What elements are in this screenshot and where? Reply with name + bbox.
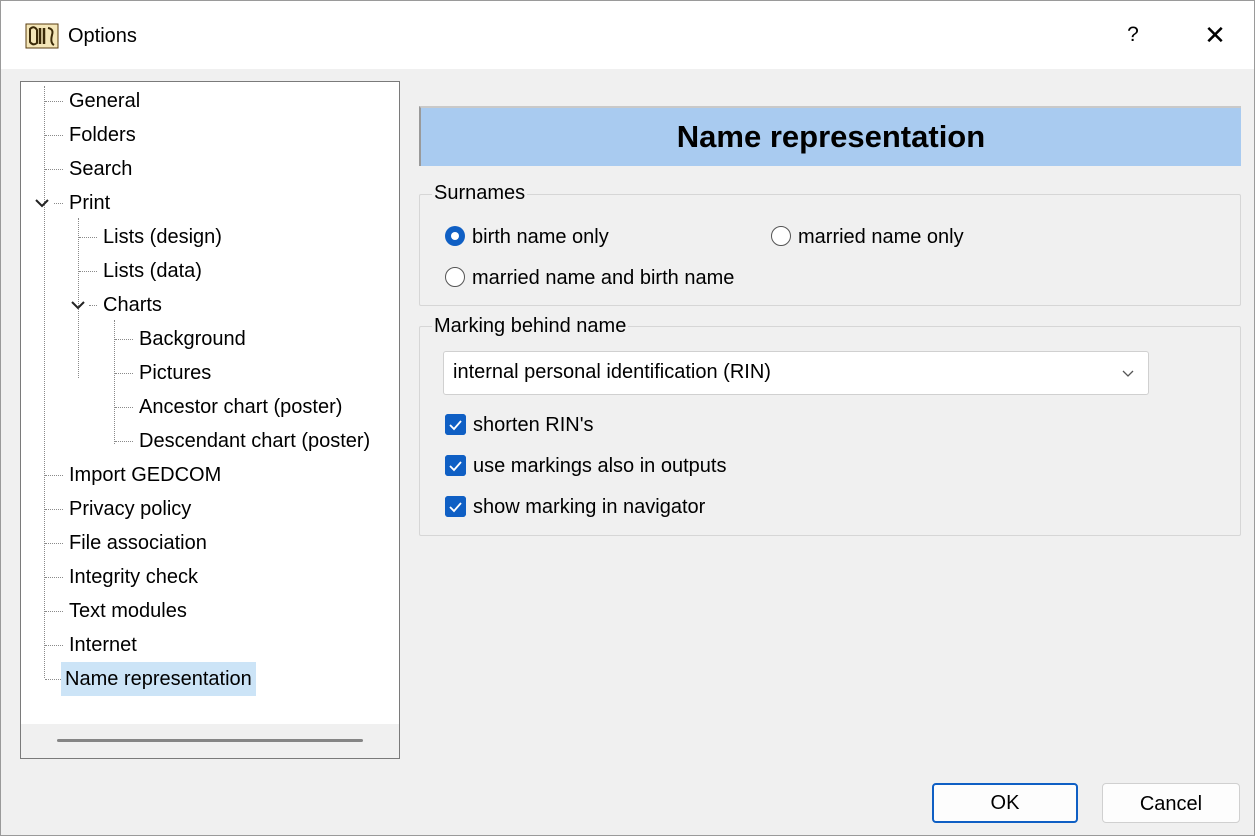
marking-dropdown[interactable]: internal personal identification (RIN): [443, 351, 1149, 395]
radio-icon[interactable]: [445, 267, 465, 287]
title-bar: Options ? ✕: [1, 1, 1254, 69]
tree-item-label: Print: [69, 192, 111, 214]
tree-line: [45, 543, 63, 544]
checkbox-label: show marking in navigator: [473, 496, 706, 518]
tree-item-descendant-chart[interactable]: Descendant chart (poster): [135, 426, 374, 456]
tree-item-name-representation[interactable]: Name representation: [61, 662, 256, 696]
tree-item-label: Text modules: [69, 600, 187, 622]
tree-item-label: Internet: [69, 634, 137, 656]
cancel-button[interactable]: Cancel: [1102, 783, 1240, 823]
tree-line: [45, 475, 63, 476]
tree-item-label: Privacy policy: [69, 498, 192, 520]
radio-label: birth name only: [472, 226, 609, 248]
checkbox-label: shorten RIN's: [473, 414, 594, 436]
page-title: Name representation: [419, 106, 1241, 166]
tree-item-label: Lists (data): [103, 260, 202, 282]
tree-line: [54, 203, 63, 204]
app-logo-icon: [25, 23, 59, 49]
chevron-down-icon[interactable]: [69, 296, 87, 314]
tree-item-label: File association: [69, 532, 207, 554]
tree-item-ancestor-chart[interactable]: Ancestor chart (poster): [135, 392, 346, 422]
tree-item-label: Descendant chart (poster): [139, 430, 371, 452]
checkbox-checked-icon[interactable]: [445, 496, 466, 517]
tree-item-folders[interactable]: Folders: [65, 120, 140, 150]
radio-icon[interactable]: [771, 226, 791, 246]
radio-label: married name and birth name: [472, 267, 735, 289]
ok-button[interactable]: OK: [932, 783, 1078, 823]
tree-item-label: Lists (design): [103, 226, 222, 248]
tree-line: [45, 611, 63, 612]
options-dialog: Options ? ✕ General Folders Search Print…: [0, 0, 1255, 836]
tree-item-lists-data[interactable]: Lists (data): [99, 256, 206, 286]
tree-item-import-gedcom[interactable]: Import GEDCOM: [65, 460, 225, 490]
tree-line: [115, 407, 133, 408]
tree-line: [79, 271, 97, 272]
radio-selected-icon[interactable]: [445, 226, 465, 246]
tree-item-label: Integrity check: [69, 566, 198, 588]
tree-item-general[interactable]: General: [65, 86, 144, 116]
tree-item-internet[interactable]: Internet: [65, 630, 141, 660]
chevron-down-icon[interactable]: [33, 194, 51, 212]
tree-line: [115, 441, 133, 442]
tree-item-label: Ancestor chart (poster): [139, 396, 343, 418]
tree-line: [115, 373, 133, 374]
tree-line: [45, 135, 63, 136]
chevron-down-icon: [1122, 370, 1134, 377]
tree-item-lists-design[interactable]: Lists (design): [99, 222, 226, 252]
tree-item-label: Pictures: [139, 362, 212, 384]
marking-legend: Marking behind name: [432, 315, 629, 338]
tree-line: [79, 237, 97, 238]
tree-item-privacy-policy[interactable]: Privacy policy: [65, 494, 195, 524]
tree-line: [45, 169, 63, 170]
tree-item-label: Import GEDCOM: [69, 464, 222, 486]
tree-line: [45, 509, 63, 510]
checkbox-checked-icon[interactable]: [445, 414, 466, 435]
tree-item-text-modules[interactable]: Text modules: [65, 596, 191, 626]
tree-line: [115, 339, 133, 340]
tree-item-label: Search: [69, 158, 133, 180]
tree-item-label: General: [69, 90, 141, 112]
tree-item-file-association[interactable]: File association: [65, 528, 211, 558]
options-tree[interactable]: General Folders Search Print Lists (desi…: [20, 81, 400, 759]
window-title: Options: [68, 25, 137, 47]
tree-line: [45, 645, 63, 646]
tree-item-integrity-check[interactable]: Integrity check: [65, 562, 202, 592]
scrollbar-thumb[interactable]: [57, 739, 363, 742]
tree-item-label: Folders: [69, 124, 136, 146]
tree-line: [44, 86, 45, 678]
checkbox-label: use markings also in outputs: [473, 455, 727, 477]
settings-panel: Name representation Surnames birth name …: [405, 81, 1253, 757]
tree-line: [89, 305, 97, 306]
checkbox-checked-icon[interactable]: [445, 455, 466, 476]
tree-line: [45, 101, 63, 102]
radio-label: married name only: [798, 226, 964, 248]
tree-item-print[interactable]: Print: [65, 188, 114, 218]
tree-line: [45, 577, 63, 578]
tree-item-label: Name representation: [61, 662, 256, 696]
dropdown-value: internal personal identification (RIN): [453, 361, 771, 383]
tree-item-label: Charts: [103, 294, 162, 316]
horizontal-scrollbar[interactable]: [21, 724, 399, 758]
close-button[interactable]: ✕: [1193, 15, 1237, 55]
tree-item-charts[interactable]: Charts: [99, 290, 166, 320]
surnames-legend: Surnames: [432, 182, 528, 205]
help-button[interactable]: ?: [1111, 15, 1155, 55]
tree-item-search[interactable]: Search: [65, 154, 136, 184]
tree-item-background[interactable]: Background: [135, 324, 250, 354]
tree-item-pictures[interactable]: Pictures: [135, 358, 215, 388]
tree-item-label: Background: [139, 328, 246, 350]
